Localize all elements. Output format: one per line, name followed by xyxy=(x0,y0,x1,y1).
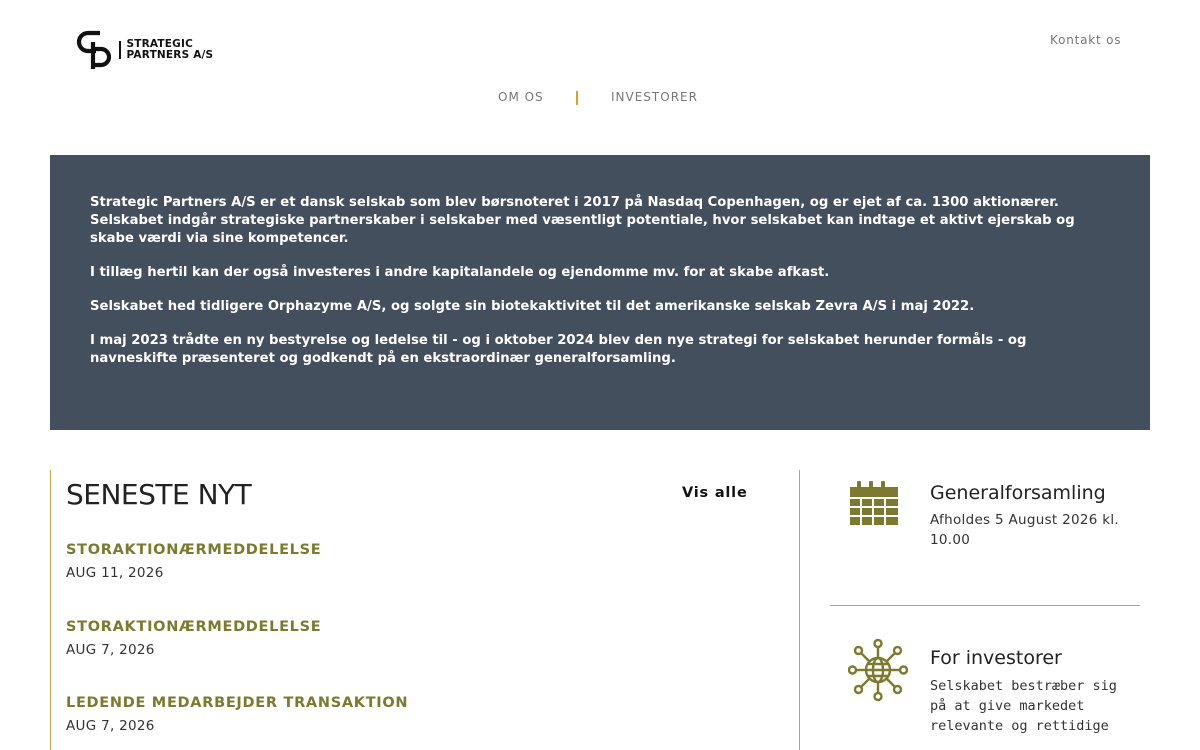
company-logo[interactable]: STRATEGIC PARTNERS A/S xyxy=(75,29,213,71)
intro-banner: Strategic Partners A/S er et dansk selsk… xyxy=(50,155,1150,430)
logo-wordmark: STRATEGIC PARTNERS A/S xyxy=(127,39,214,61)
intro-paragraph: Selskabet hed tidligere Orphazyme A/S, o… xyxy=(90,299,975,314)
news-item: STORAKTIONÆRMEDDELELSE AUG 7, 2026 xyxy=(66,618,321,658)
news-item-date: AUG 7, 2026 xyxy=(66,642,155,658)
news-item-date: AUG 11, 2026 xyxy=(66,565,164,581)
news-item-title[interactable]: STORAKTIONÆRMEDDELELSE xyxy=(66,541,321,559)
general-meeting-title: Generalforsamling xyxy=(930,482,1106,504)
calendar-icon xyxy=(850,481,898,525)
see-all-news-link[interactable]: Vis alle xyxy=(682,485,748,501)
intro-paragraph: Strategic Partners A/S er et dansk selsk… xyxy=(90,195,1075,246)
nav-separator xyxy=(576,91,578,105)
news-heading: SENESTE NYT xyxy=(66,478,252,511)
logo-line-2: PARTNERS A/S xyxy=(126,49,214,61)
sp-monogram-icon xyxy=(76,30,112,69)
news-item-title[interactable]: STORAKTIONÆRMEDDELELSE xyxy=(66,618,321,636)
nav-item-investors[interactable]: INVESTORER xyxy=(611,90,698,104)
globe-network-icon xyxy=(848,638,908,702)
news-section: SENESTE NYT Vis alle STORAKTIONÆRMEDDELE… xyxy=(50,470,800,750)
investors-text: Selskabet bestræber sig på at give marke… xyxy=(930,678,1117,734)
general-meeting-card[interactable]: Generalforsamling Afholdes 5 August 2026… xyxy=(830,478,1140,558)
main-nav: OM OS INVESTORER xyxy=(0,90,1200,108)
cards-divider xyxy=(830,605,1140,606)
investors-card[interactable]: For investorer Selskabet bestræber sig p… xyxy=(830,638,1140,750)
news-item: STORAKTIONÆRMEDDELELSE AUG 11, 2026 xyxy=(66,541,321,581)
investors-title: For investorer xyxy=(930,647,1062,669)
intro-paragraph: I maj 2023 trådte en ny bestyrelse og le… xyxy=(90,333,1027,366)
page: STRATEGIC PARTNERS A/S Kontakt os OM OS … xyxy=(0,0,1200,750)
nav-item-about[interactable]: OM OS xyxy=(498,90,544,104)
news-item: LEDENDE MEDARBEJDER TRANSAKTION AUG 7, 2… xyxy=(66,694,408,734)
logo-divider xyxy=(119,41,121,59)
intro-paragraph: I tillæg hertil kan der også investeres … xyxy=(90,265,830,280)
contact-link[interactable]: Kontakt os xyxy=(1050,33,1121,47)
general-meeting-text: Afholdes 5 August 2026 kl. 10.00 xyxy=(930,512,1119,548)
news-item-date: AUG 7, 2026 xyxy=(66,718,155,734)
news-item-title[interactable]: LEDENDE MEDARBEJDER TRANSAKTION xyxy=(66,694,408,712)
